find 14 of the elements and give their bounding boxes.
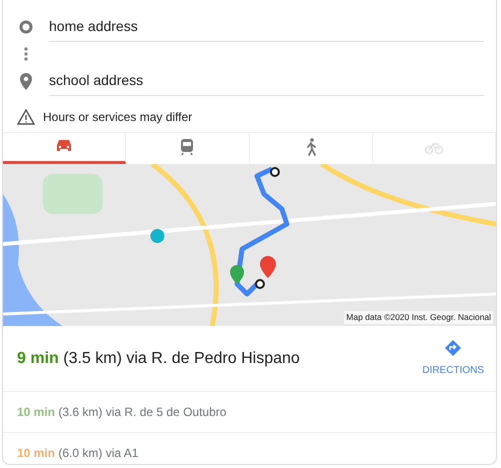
notice-text: Hours or services may differ: [43, 109, 192, 126]
route-summary[interactable]: 9 min (3.5 km) via R. de Pedro Hispano: [17, 346, 300, 370]
route-summary[interactable]: 10 min (3.6 km) via R. de 5 de Outubro: [17, 403, 226, 421]
origin-icon: [19, 20, 33, 34]
address-field[interactable]: home address: [49, 12, 484, 42]
map-attribution: Map data ©2020 Inst. Geogr. Nacional: [344, 311, 493, 324]
directions-icon: [444, 339, 462, 357]
warning-icon: [17, 109, 35, 125]
pin-icon: [19, 72, 33, 90]
directions-button[interactable]: DIRECTIONS: [422, 339, 484, 378]
travel-mode-tab[interactable]: [3, 133, 126, 164]
dotted-line-icon: [24, 46, 28, 62]
address-field[interactable]: school address: [49, 66, 484, 96]
route-summary[interactable]: 10 min (6.0 km) via A1: [17, 444, 138, 462]
